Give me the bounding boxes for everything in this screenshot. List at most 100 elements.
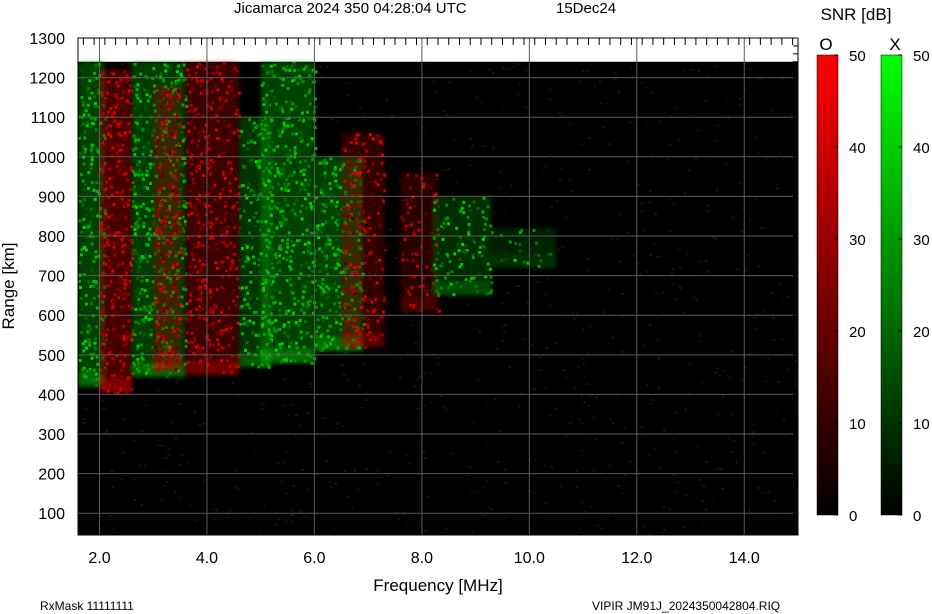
echo-pixel — [166, 160, 170, 164]
echo-pixel — [478, 245, 482, 249]
echo-pixel — [126, 203, 130, 207]
noise-speck — [617, 485, 621, 487]
echo-pixel — [323, 211, 327, 215]
noise-speck — [173, 490, 177, 493]
echo-edge-x — [432, 281, 492, 296]
echo-pixel — [378, 225, 382, 229]
echo-pixel — [404, 228, 408, 232]
echo-pixel — [137, 163, 141, 167]
echo-pixel — [201, 257, 205, 261]
echo-pixel — [121, 78, 125, 82]
echo-pixel — [426, 293, 430, 297]
noise-speck — [176, 379, 180, 381]
noise-speck — [558, 296, 562, 299]
echo-pixel — [262, 333, 266, 336]
echo-pixel — [187, 350, 191, 354]
noise-speck — [538, 510, 542, 513]
echo-pixel — [299, 330, 303, 334]
echo-pixel — [175, 213, 179, 217]
noise-speck — [486, 403, 490, 406]
echo-pixel — [196, 297, 200, 301]
echo-pixel — [101, 109, 105, 112]
echo-pixel — [161, 171, 165, 175]
echo-pixel — [210, 222, 214, 226]
echo-pixel — [196, 165, 200, 168]
echo-pixel — [135, 296, 139, 300]
noise-speck — [572, 317, 576, 320]
echo-pixel — [350, 285, 354, 289]
echo-pixel — [335, 321, 339, 325]
noise-speck — [481, 102, 484, 105]
echo-pixel — [364, 220, 368, 224]
noise-speck — [575, 469, 579, 472]
noise-speck — [293, 435, 297, 438]
echo-pixel — [270, 222, 273, 226]
echo-pixel — [237, 91, 241, 95]
noise-speck — [482, 144, 486, 147]
echo-pixel — [376, 183, 380, 187]
echo-pixel — [378, 218, 382, 222]
echo-pixel — [532, 229, 536, 232]
echo-pixel — [234, 267, 238, 271]
echo-pixel — [136, 357, 140, 361]
echo-pixel — [225, 269, 228, 273]
echo-pixel — [177, 173, 180, 177]
echo-pixel — [346, 328, 350, 332]
echo-pixel — [367, 169, 371, 173]
echo-pixel — [289, 100, 293, 104]
echo-pixel — [300, 182, 304, 186]
noise-speck — [766, 462, 770, 465]
echo-pixel — [234, 213, 238, 217]
echo-pixel — [172, 197, 176, 201]
echo-pixel — [291, 208, 295, 212]
x-tick-label: 14.0 — [729, 550, 760, 567]
echo-pixel — [111, 146, 115, 150]
echo-pixel — [228, 181, 232, 185]
noise-speck — [113, 528, 117, 531]
noise-speck — [570, 190, 574, 193]
noise-speck — [706, 204, 710, 207]
echo-pixel — [175, 263, 179, 266]
echo-pixel — [101, 236, 105, 240]
noise-speck — [536, 280, 540, 283]
echo-pixel — [255, 348, 259, 352]
echo-pixel — [325, 316, 329, 320]
echo-pixel — [87, 280, 91, 284]
echo-pixel — [190, 162, 194, 166]
echo-pixel — [148, 254, 152, 258]
echo-pixel — [367, 216, 371, 220]
echo-pixel — [406, 173, 410, 177]
echo-pixel — [318, 161, 322, 165]
echo-pixel — [160, 216, 164, 220]
echo-pixel — [333, 174, 337, 178]
noise-speck — [614, 73, 618, 76]
noise-speck — [705, 260, 708, 263]
echo-pixel — [345, 320, 349, 323]
echo-pixel — [160, 335, 164, 338]
echo-pixel — [194, 345, 198, 349]
echo-pixel — [294, 198, 298, 202]
echo-pixel — [291, 291, 295, 295]
echo-pixel — [85, 369, 89, 373]
noise-speck — [544, 293, 548, 296]
echo-pixel — [233, 226, 237, 230]
echo-pixel — [272, 231, 276, 235]
echo-pixel — [175, 164, 179, 168]
echo-pixel — [282, 78, 285, 81]
noise-speck — [344, 82, 348, 85]
echo-pixel — [145, 207, 149, 211]
noise-speck — [215, 509, 219, 511]
echo-pixel — [122, 165, 126, 169]
echo-pixel — [472, 200, 476, 204]
echo-pixel — [192, 258, 195, 262]
echo-pixel — [325, 161, 329, 165]
echo-pixel — [136, 122, 140, 126]
echo-pixel — [182, 63, 186, 67]
echo-pixel — [245, 341, 249, 345]
echo-pixel — [106, 226, 110, 230]
echo-pixel — [142, 178, 145, 182]
noise-speck — [775, 409, 778, 412]
echo-pixel — [232, 299, 236, 303]
echo-pixel — [199, 152, 203, 156]
echo-pixel — [127, 333, 131, 337]
